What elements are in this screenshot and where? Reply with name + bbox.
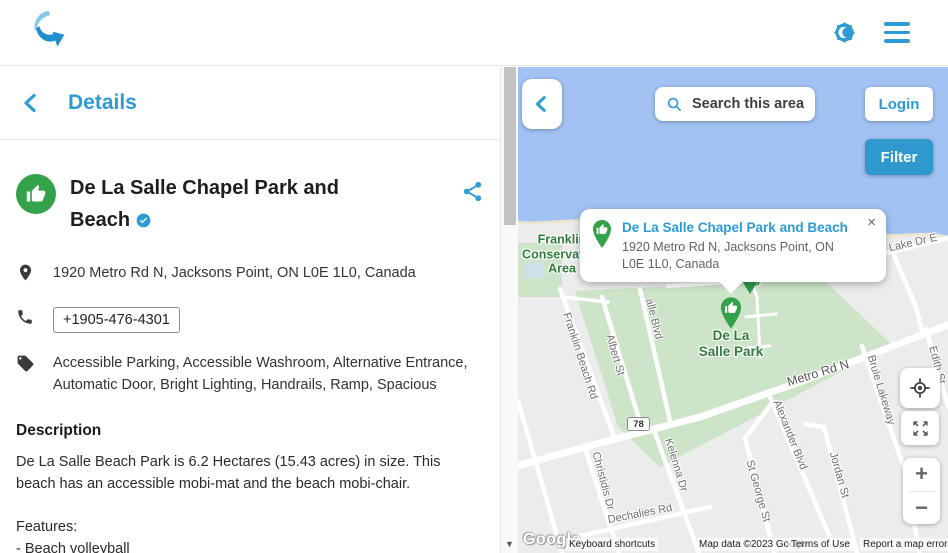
features-intro: Features: [16,519,78,535]
park-tree-icon [742,281,758,294]
thumbs-up-icon [26,184,46,202]
accessnow-logo[interactable] [28,8,66,57]
share-icon [463,181,482,202]
place-name: De La Salle Chapel Park and Beach [70,172,392,238]
hamburger-icon [884,22,910,43]
info-window-title[interactable]: De La Salle Chapel Park and Beach [622,220,856,235]
phone-icon [16,308,36,330]
zoom-control: + − [903,458,940,524]
keyboard-shortcuts-link[interactable]: Keyboard shortcuts [566,538,659,551]
terms-of-use-link[interactable]: Terms of Use [788,538,853,551]
menu-button[interactable] [884,22,910,43]
theme-toggle-button[interactable] [831,19,858,46]
rating-thumbs-up-badge [16,174,56,214]
description-heading: Description [16,422,102,439]
marker-pin-icon [720,297,742,329]
info-window-body: De La Salle Chapel Park and Beach 1920 M… [622,220,856,272]
tag-icon [16,354,36,377]
brightness-icon [833,21,856,44]
fullscreen-icon [912,420,928,436]
my-location-button[interactable] [900,368,940,408]
info-window-address: 1920 Metro Rd N, Jacksons Point, ON L0E … [622,240,834,271]
page-title: Details [68,91,137,114]
chevron-left-icon [535,96,546,112]
place-details: De La Salle Chapel Park and Beach 1920 M… [0,172,500,553]
search-this-area-button[interactable]: Search this area [655,87,815,121]
location-pin-icon [16,263,36,286]
app-header [0,0,948,66]
info-window-pin-icon [592,220,612,272]
search-icon [667,97,681,111]
phone-row: +1905-476-4301 [16,307,484,333]
main-content: Details De La Salle Chapel Park and Beac… [0,67,948,553]
tags-row: Accessible Parking, Accessible Washroom,… [16,353,484,396]
features-list: Features: - Beach volleyball - Drinking … [16,517,484,553]
phone-number-link[interactable]: +1905-476-4301 [53,307,180,333]
report-map-error-link[interactable]: Report a map error [860,538,948,551]
filter-button[interactable]: Filter [865,139,933,175]
scrollbar-down-arrow-icon[interactable]: ▼ [501,539,518,549]
place-marker-pin[interactable] [720,297,742,334]
place-address: 1920 Metro Rd N, Jacksons Point, ON L0E … [53,265,416,281]
details-panel: Details De La Salle Chapel Park and Beac… [0,67,500,553]
login-button[interactable]: Login [865,87,933,121]
back-button[interactable] [20,91,44,115]
logo-swoosh-icon [34,11,65,47]
details-header: Details [0,67,500,140]
scrollbar-thumb[interactable] [504,67,516,225]
collapse-panel-button[interactable] [522,79,562,129]
zoom-out-button[interactable]: − [903,492,940,525]
verified-badge-icon [136,206,151,238]
route-78-shield: 78 [627,417,650,431]
feature-item: - Beach volleyball [16,540,130,553]
panel-scrollbar[interactable]: ▼ [500,67,518,553]
fullscreen-button[interactable] [901,411,939,445]
description-text: De La Salle Beach Park is 6.2 Hectares (… [16,454,441,492]
back-chevron-icon [24,93,36,113]
accessibility-tags: Accessible Parking, Accessible Washroom,… [53,355,468,393]
share-button[interactable] [461,180,484,204]
my-location-icon [910,378,930,398]
info-window-close-button[interactable]: × [867,215,876,230]
zoom-in-button[interactable]: + [903,458,940,491]
map-canvas[interactable]: Franklin Beach Rd Albert St alle Blvd Ch… [518,67,948,553]
address-row: 1920 Metro Rd N, Jacksons Point, ON L0E … [16,262,484,286]
map-info-window: De La Salle Chapel Park and Beach 1920 M… [580,209,886,294]
